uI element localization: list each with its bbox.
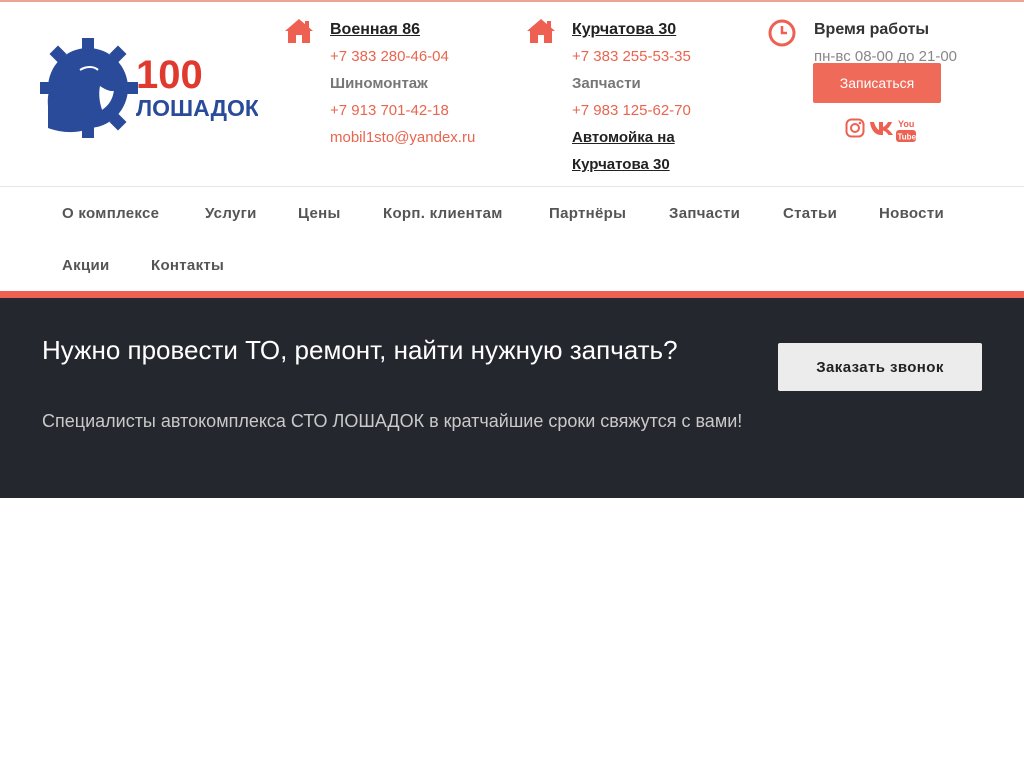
address-kurchatova-link[interactable]: Курчатова 30 (572, 21, 676, 38)
youtube-text-top: You (898, 119, 914, 129)
accent-bar (0, 291, 1024, 298)
logo-word: ЛОШАДОК (136, 95, 258, 121)
parts-label: Запчасти (572, 75, 641, 92)
main-navigation: О комплексе Услуги Цены Корп. клиентам П… (42, 187, 1002, 291)
nav-item-news[interactable]: Новости (879, 205, 944, 222)
clock-icon (768, 18, 798, 47)
carwash-link-line1[interactable]: Автомойка на (572, 129, 675, 146)
nav-item-about[interactable]: О комплексе (62, 205, 159, 222)
nav-item-parts[interactable]: Запчасти (669, 205, 740, 222)
vk-icon[interactable] (869, 118, 895, 138)
callback-banner: Нужно провести ТО, ремонт, найти нужную … (0, 298, 1024, 498)
phone-tire-service[interactable]: +7 913 701-42-18 (330, 97, 530, 124)
site-header: 100 ЛОШАДОК Военная 86 +7 383 280-46-04 … (0, 2, 1024, 186)
tire-service-label: Шиномонтаж (330, 75, 428, 92)
phone-kurchatova[interactable]: +7 383 255-53-35 (572, 43, 772, 70)
signup-button[interactable]: Записаться (813, 63, 941, 103)
logo-number: 100 (136, 53, 203, 97)
instagram-icon[interactable] (845, 118, 865, 138)
nav-item-articles[interactable]: Статьи (783, 205, 837, 222)
nav-item-partners[interactable]: Партнёры (549, 205, 626, 222)
email-link[interactable]: mobil1sto@yandex.ru (330, 124, 530, 151)
nav-item-corporate[interactable]: Корп. клиентам (383, 205, 503, 222)
phone-parts[interactable]: +7 983 125-62-70 (572, 97, 772, 124)
youtube-text-bottom: Tube (898, 133, 917, 142)
nav-item-contacts[interactable]: Контакты (151, 257, 224, 274)
nav-item-prices[interactable]: Цены (298, 205, 341, 222)
home-icon (284, 18, 314, 44)
order-call-button[interactable]: Заказать звонок (778, 343, 982, 391)
banner-subtitle: Специалисты автокомплекса СТО ЛОШАДОК в … (42, 411, 743, 431)
hours-title: Время работы (814, 21, 930, 38)
youtube-icon[interactable]: You Tube (895, 118, 917, 144)
nav-item-promotions[interactable]: Акции (62, 257, 110, 274)
site-logo[interactable]: 100 ЛОШАДОК (38, 36, 260, 140)
phone-voennaya[interactable]: +7 383 280-46-04 (330, 43, 530, 70)
carwash-link-line2[interactable]: Курчатова 30 (572, 156, 670, 173)
social-links: You Tube (845, 118, 925, 142)
home-icon (526, 18, 556, 44)
banner-title: Нужно провести ТО, ремонт, найти нужную … (42, 335, 678, 365)
nav-item-services[interactable]: Услуги (205, 205, 257, 222)
address-voennaya-link[interactable]: Военная 86 (330, 21, 420, 38)
